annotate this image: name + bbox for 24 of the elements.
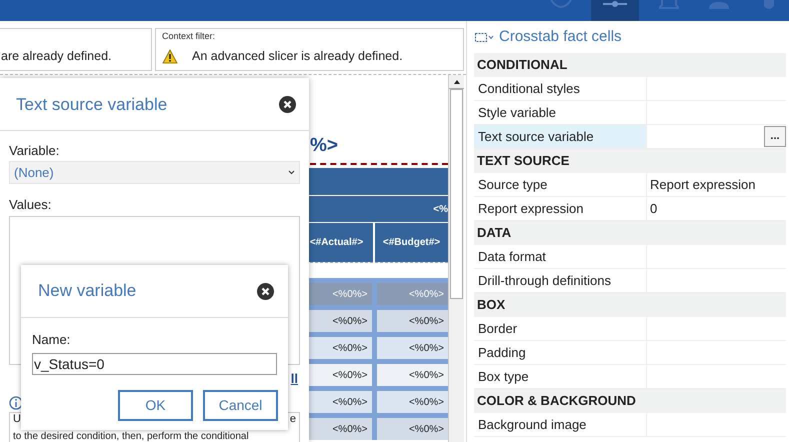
column-header: <#Budget#> bbox=[373, 223, 448, 262]
dialog-title: Text source variable bbox=[16, 96, 168, 112]
help-text: to the desired condition, then, perform the conditional bbox=[13, 431, 250, 442]
property-value: Report expression bbox=[650, 176, 756, 194]
table-cell-text: <%0%> bbox=[331, 314, 368, 328]
table-cell-text: <%0%> bbox=[331, 422, 368, 436]
help-text: U bbox=[13, 413, 21, 426]
field-label: Values: bbox=[9, 197, 52, 212]
property-value: 0 bbox=[650, 200, 658, 218]
help-text: e bbox=[290, 413, 296, 426]
field-label: Variable: bbox=[9, 143, 60, 158]
filter-label: Context filter: bbox=[162, 30, 216, 43]
header-cell-text: <% bbox=[433, 202, 448, 216]
dialog-title: New variable bbox=[38, 280, 136, 302]
filter-message: are already defined. bbox=[1, 48, 112, 66]
report-title: %> bbox=[310, 135, 339, 157]
panel-title: Crosstab fact cells bbox=[499, 26, 622, 47]
table-cell-text: <%0%> bbox=[331, 368, 368, 382]
filter-message: An advanced slicer is already defined. bbox=[192, 48, 403, 66]
property-label: Text source variable bbox=[474, 125, 647, 148]
table-cell-text: <%0%> bbox=[331, 288, 368, 302]
table-cell-text: <%0%> bbox=[331, 396, 368, 410]
table-cell-text: <%0%> bbox=[331, 342, 368, 356]
field-label: Name: bbox=[32, 331, 72, 349]
